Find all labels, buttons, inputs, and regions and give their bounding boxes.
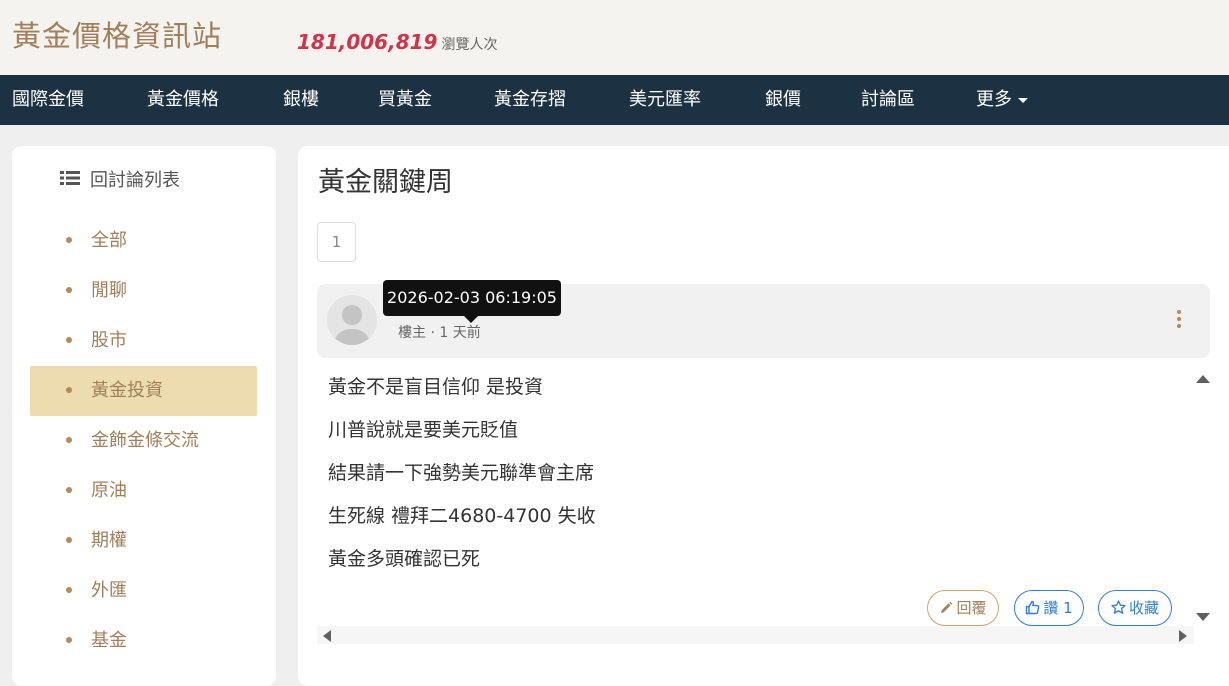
nav-item-forum[interactable]: 討論區 xyxy=(861,75,915,125)
vertical-scrollbar[interactable] xyxy=(1194,368,1210,626)
bullet-icon xyxy=(66,287,72,293)
sidebar-item-label: 金飾金條交流 xyxy=(91,430,199,451)
caret-down-icon xyxy=(1018,97,1028,103)
nav-item-gold-price[interactable]: 黃金價格 xyxy=(147,75,219,125)
bullet-icon xyxy=(66,487,72,493)
sidebar-item-label: 黃金投資 xyxy=(91,380,163,401)
sidebar-item-stocks[interactable]: 股市 xyxy=(30,316,257,366)
like-button[interactable]: 讚 1 xyxy=(1014,590,1084,626)
post-line: 結果請一下強勢美元聯準會主席 xyxy=(328,462,595,484)
back-to-list-link[interactable]: 回討論列表 xyxy=(60,168,180,194)
horizontal-scrollbar[interactable] xyxy=(317,626,1194,644)
sidebar-item-label: 基金 xyxy=(91,630,127,651)
site-header: 黃金價格資訊站 181,006,819 瀏覽人次 xyxy=(0,0,1229,75)
sidebar-item-options[interactable]: 期權 xyxy=(30,516,257,566)
sidebar-item-all[interactable]: 全部 xyxy=(30,216,257,266)
sidebar-item-label: 期權 xyxy=(91,530,127,551)
post-line: 黃金多頭確認已死 xyxy=(328,548,481,570)
scroll-right-arrow-icon[interactable] xyxy=(1179,630,1187,642)
sidebar-item-chat[interactable]: 閒聊 xyxy=(30,266,257,316)
favorite-label: 收藏 xyxy=(1128,599,1159,617)
meta-separator: · xyxy=(430,325,435,341)
star-icon xyxy=(1111,600,1126,614)
thread-title: 黃金關鍵周 xyxy=(318,167,453,198)
bullet-icon xyxy=(66,237,72,243)
sidebar-item-forex[interactable]: 外匯 xyxy=(30,566,257,616)
site-title[interactable]: 黃金價格資訊站 xyxy=(12,16,222,56)
bullet-icon xyxy=(66,637,72,643)
timestamp-tooltip: 2026-02-03 06:19:05 xyxy=(383,280,561,323)
nav-item-jewelry-store[interactable]: 銀樓 xyxy=(283,75,319,125)
sidebar-item-label: 閒聊 xyxy=(91,280,127,301)
view-count-label: 瀏覽人次 xyxy=(441,37,498,53)
more-vertical-icon[interactable] xyxy=(1173,310,1185,332)
post-time-ago[interactable]: 1 天前 xyxy=(439,325,480,341)
post-line: 川普說就是要美元貶值 xyxy=(328,419,519,441)
nav-item-silver-price[interactable]: 銀價 xyxy=(765,75,801,125)
bullet-icon xyxy=(66,337,72,343)
scroll-down-arrow-icon[interactable] xyxy=(1196,613,1210,621)
main-nav: 國際金價 黃金價格 銀樓 買黃金 黃金存摺 美元匯率 銀價 討論區 更多 xyxy=(0,75,1229,125)
pagination-page-1[interactable]: 1 xyxy=(317,222,356,262)
post-body: 黃金不是盲目信仰 是投資 川普說就是要美元貶值 結果請一下強勢美元聯準會主席 生… xyxy=(317,368,1192,626)
avatar[interactable] xyxy=(327,295,377,345)
avatar-placeholder-icon xyxy=(335,305,369,345)
reply-label: 回覆 xyxy=(956,599,987,617)
scroll-up-arrow-icon[interactable] xyxy=(1196,375,1210,383)
sidebar-item-gold-investment[interactable]: 黃金投資 xyxy=(30,366,257,416)
favorite-button[interactable]: 收藏 xyxy=(1098,590,1172,626)
bullet-icon xyxy=(66,587,72,593)
bullet-icon xyxy=(66,537,72,543)
view-counter: 181,006,819 瀏覽人次 xyxy=(297,30,497,57)
sidebar-item-crude-oil[interactable]: 原油 xyxy=(30,466,257,516)
post-line: 黃金不是盲目信仰 是投資 xyxy=(328,376,544,398)
sidebar-item-label: 原油 xyxy=(91,480,127,501)
nav-more-label: 更多 xyxy=(976,89,1012,110)
sidebar-item-label: 外匯 xyxy=(91,580,127,601)
nav-item-more[interactable]: 更多 xyxy=(976,75,1028,125)
thumbs-up-icon xyxy=(1026,600,1040,615)
post-meta: 樓主 · 1 天前 xyxy=(398,323,481,343)
post-line: 生死線 禮拜二4680-4700 失收 xyxy=(328,505,596,527)
sidebar-item-label: 股市 xyxy=(91,330,127,351)
sidebar-item-label: 全部 xyxy=(91,230,127,251)
list-icon xyxy=(60,168,80,194)
bullet-icon xyxy=(66,387,72,393)
scroll-left-arrow-icon[interactable] xyxy=(323,630,331,642)
view-count: 181,006,819 xyxy=(297,30,438,54)
sidebar: 回討論列表 全部 閒聊 股市 黃金投資 金飾金條交流 原油 期權 外匯 基金 xyxy=(12,146,276,686)
sidebar-item-funds[interactable]: 基金 xyxy=(30,616,257,666)
sidebar-item-jewelry-bars[interactable]: 金飾金條交流 xyxy=(30,416,257,466)
nav-item-international-gold[interactable]: 國際金價 xyxy=(12,75,84,125)
reply-button[interactable]: 回覆 xyxy=(927,590,999,626)
thread-panel: 黃金關鍵周 1 樓主 · 1 天前 2026-02-03 06:19:05 黃金… xyxy=(298,146,1229,686)
bullet-icon xyxy=(66,437,72,443)
nav-item-gold-passbook[interactable]: 黃金存摺 xyxy=(494,75,566,125)
author-role-badge: 樓主 xyxy=(398,325,426,341)
nav-item-buy-gold[interactable]: 買黃金 xyxy=(378,75,432,125)
back-to-list-label: 回討論列表 xyxy=(90,170,180,191)
pencil-icon xyxy=(941,601,953,613)
like-label: 讚 1 xyxy=(1043,599,1073,617)
nav-item-usd-rate[interactable]: 美元匯率 xyxy=(629,75,701,125)
